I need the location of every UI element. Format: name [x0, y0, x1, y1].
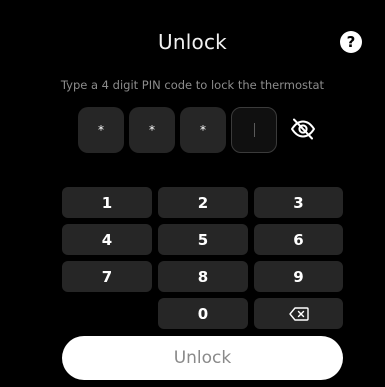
key-0[interactable]: 0: [158, 298, 248, 329]
key-2[interactable]: 2: [158, 187, 248, 218]
key-6[interactable]: 6: [254, 224, 343, 255]
key-9[interactable]: 9: [254, 261, 343, 292]
pin-digit-1[interactable]: *: [78, 107, 124, 153]
page-title: Unlock: [158, 30, 227, 54]
key-3[interactable]: 3: [254, 187, 343, 218]
backspace-key[interactable]: [254, 298, 343, 329]
numeric-keypad: 1 2 3 4 5 6 7 8 9 0: [62, 187, 343, 329]
key-7[interactable]: 7: [62, 261, 152, 292]
backspace-icon: [288, 306, 309, 321]
eye-off-icon[interactable]: [290, 117, 316, 141]
pin-input-group: * * *: [78, 107, 277, 153]
pin-digit-2[interactable]: *: [129, 107, 175, 153]
header: Unlock ?: [0, 0, 385, 82]
key-1[interactable]: 1: [62, 187, 152, 218]
key-4[interactable]: 4: [62, 224, 152, 255]
help-icon[interactable]: ?: [340, 31, 362, 53]
text-cursor: [253, 123, 255, 137]
pin-digit-3[interactable]: *: [180, 107, 226, 153]
pin-digit-4[interactable]: [231, 107, 277, 153]
instruction-text: Type a 4 digit PIN code to lock the ther…: [60, 78, 325, 92]
key-empty: [62, 298, 152, 329]
key-5[interactable]: 5: [158, 224, 248, 255]
unlock-button[interactable]: Unlock: [62, 336, 343, 380]
key-8[interactable]: 8: [158, 261, 248, 292]
